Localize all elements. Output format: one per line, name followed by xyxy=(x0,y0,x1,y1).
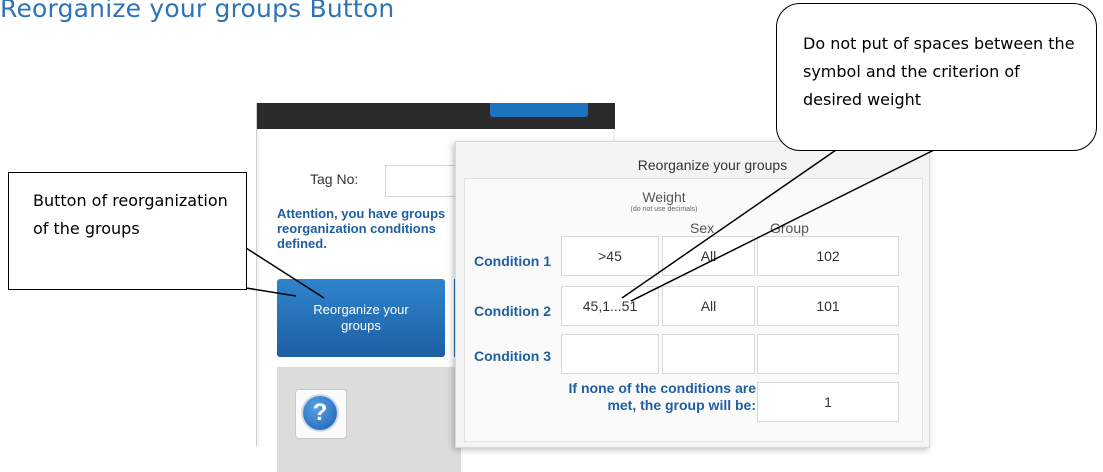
left-callout-text: Button of reorganization of the groups xyxy=(33,191,228,238)
left-callout: Button of reorganization of the groups xyxy=(8,172,247,290)
right-callout-pointer-a xyxy=(621,149,837,299)
left-callout-pointer-a xyxy=(245,287,297,297)
right-callout-text: Do not put of spaces between the symbol … xyxy=(803,34,1075,109)
right-callout-pointer-b xyxy=(630,149,935,302)
right-callout: Do not put of spaces between the symbol … xyxy=(776,3,1097,151)
